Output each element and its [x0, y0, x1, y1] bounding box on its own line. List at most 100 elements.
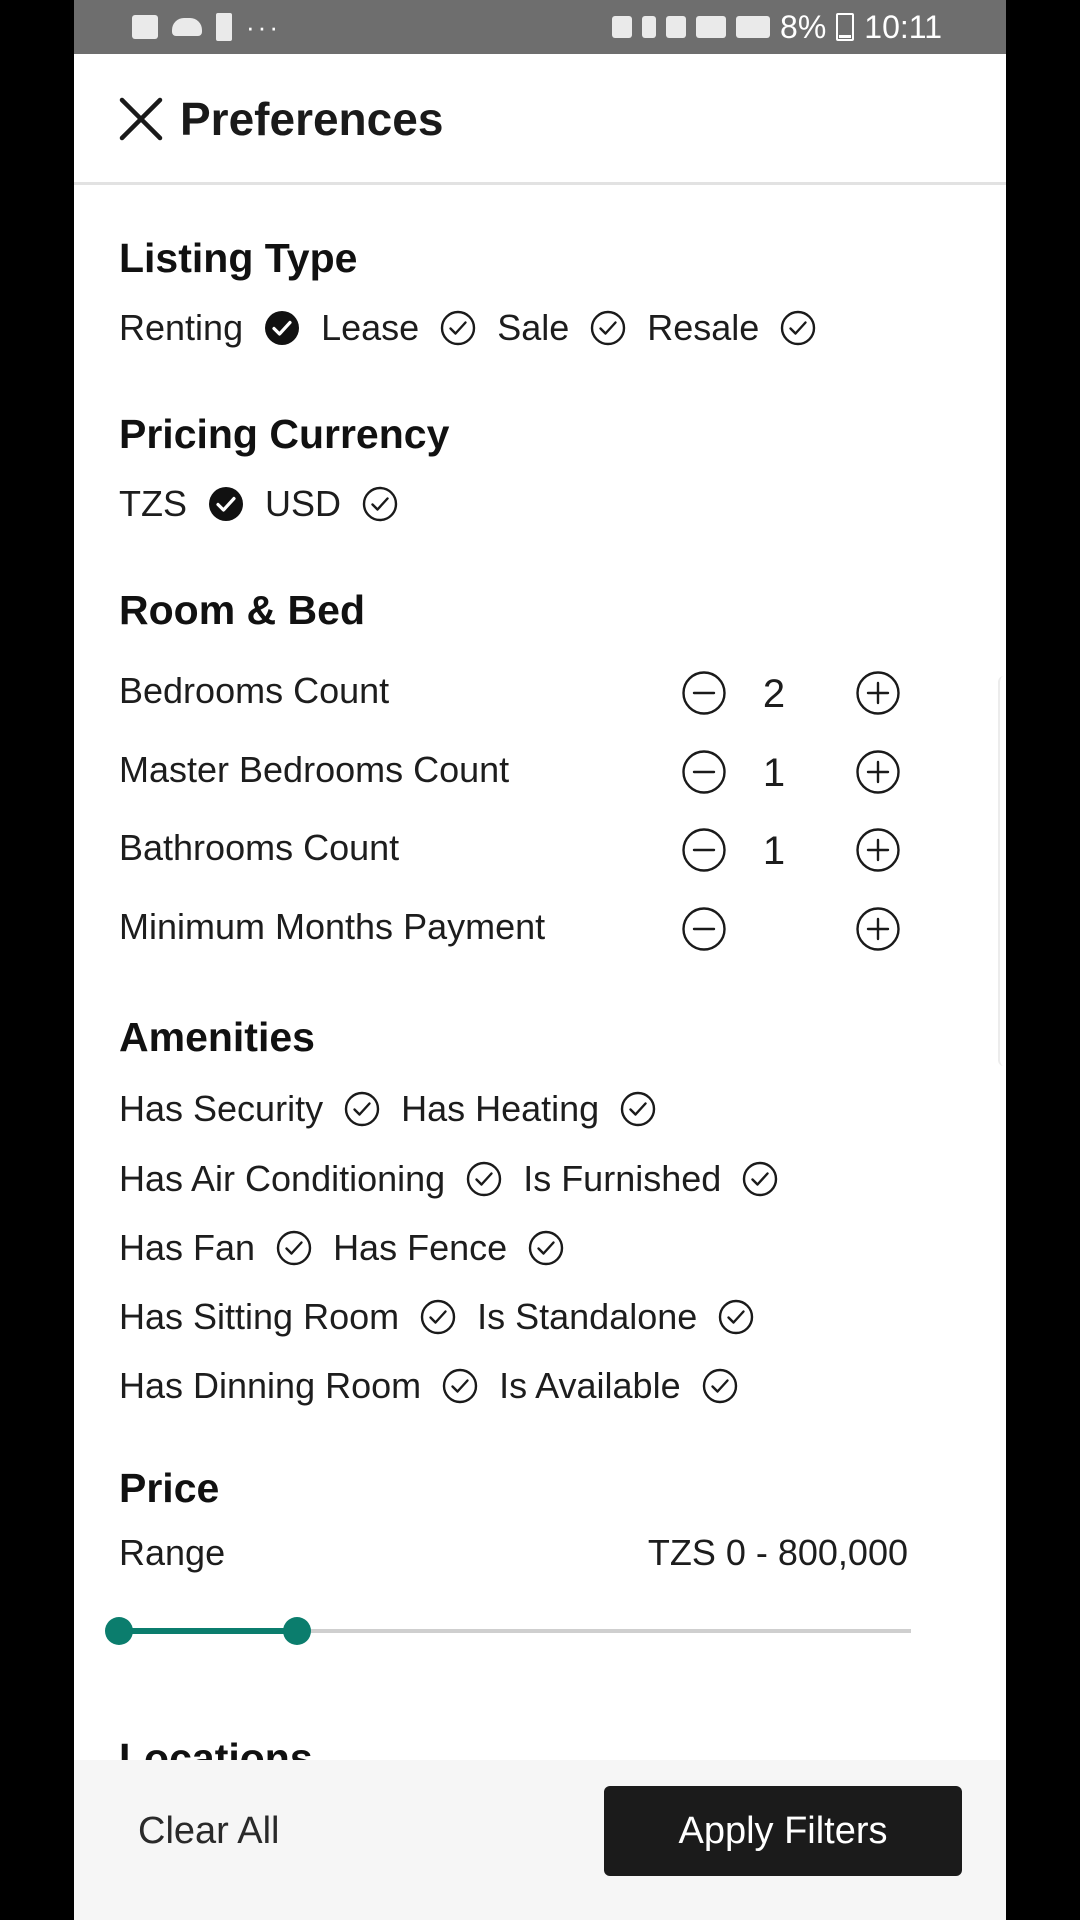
amenity-option[interactable]: Has Air Conditioning: [119, 1158, 503, 1200]
amenities-row: Has Fan Has Fence: [119, 1227, 585, 1269]
check-outline-icon[interactable]: [701, 1367, 739, 1405]
slider-track-fill: [119, 1628, 298, 1634]
amenity-option-label: Is Furnished: [523, 1158, 722, 1199]
listing-type-option[interactable]: Sale: [497, 307, 627, 349]
currency-option-label: USD: [265, 483, 342, 524]
check-outline-icon[interactable]: [589, 309, 627, 347]
check-outline-icon[interactable]: [343, 1090, 381, 1128]
listing-type-option-label: Renting: [119, 307, 244, 348]
pricing-currency-options: TZS USD: [119, 483, 419, 525]
counter-row: Bedrooms Count 2: [119, 662, 909, 722]
amenity-option-label: Has Heating: [401, 1088, 600, 1129]
amenity-option-label: Has Dinning Room: [119, 1365, 422, 1406]
check-outline-icon[interactable]: [275, 1229, 313, 1267]
listing-type-option-label: Resale: [647, 307, 760, 348]
clock: 10:11: [864, 8, 942, 45]
minus-circle-icon[interactable]: [681, 670, 727, 716]
price-range-slider[interactable]: [105, 1611, 911, 1651]
counter-row: Bathrooms Count 1: [119, 819, 909, 879]
mute-icon: [666, 16, 687, 38]
listing-type-option-label: Sale: [497, 307, 570, 348]
amenity-option[interactable]: Has Dinning Room: [119, 1365, 479, 1407]
phone-screen: ··· 8% 10:11 Preferences Listing Type Re…: [74, 0, 1006, 1920]
amenity-option[interactable]: Has Sitting Room: [119, 1296, 457, 1338]
apply-filters-button[interactable]: Apply Filters: [604, 1786, 962, 1876]
check-outline-icon[interactable]: [361, 485, 399, 523]
counter-row: Minimum Months Payment: [119, 898, 909, 958]
check-filled-icon[interactable]: [263, 309, 301, 347]
amenity-option-label: Has Fence: [333, 1227, 508, 1268]
plus-circle-icon[interactable]: [855, 906, 901, 952]
amenity-option[interactable]: Is Furnished: [523, 1158, 779, 1200]
alert-icon: [216, 13, 232, 41]
minus-circle-icon[interactable]: [681, 906, 727, 952]
amenity-option[interactable]: Has Heating: [401, 1088, 657, 1130]
page-title: Preferences: [180, 93, 444, 145]
check-outline-icon[interactable]: [465, 1160, 503, 1198]
amenity-option-label: Has Fan: [119, 1227, 256, 1268]
amenities-title: Amenities: [119, 1014, 315, 1060]
signal-icon: [736, 16, 771, 38]
counter-label: Bathrooms Count: [119, 827, 400, 868]
battery-percent: 8%: [780, 8, 827, 45]
listing-type-option[interactable]: Renting: [119, 307, 301, 349]
check-outline-icon[interactable]: [741, 1160, 779, 1198]
listing-type-options: Renting Lease Sale Resale: [119, 307, 837, 349]
wifi-call-icon: [696, 16, 727, 38]
listing-type-option[interactable]: Resale: [647, 307, 817, 349]
cloud-icon: [172, 18, 202, 36]
amenity-option[interactable]: Has Fan: [119, 1227, 313, 1269]
amenity-option-label: Is Available: [499, 1365, 681, 1406]
amenity-option[interactable]: Has Fence: [333, 1227, 565, 1269]
status-left-icons: ···: [132, 0, 281, 54]
counter-value: 2: [762, 672, 786, 716]
amenities-row: Has Sitting Room Is Standalone: [119, 1296, 775, 1338]
listing-type-title: Listing Type: [119, 235, 358, 281]
price-range-value: TZS 0 - 800,000: [647, 1532, 908, 1573]
check-outline-icon[interactable]: [441, 1367, 479, 1405]
listing-type-option[interactable]: Lease: [321, 307, 477, 349]
image-icon: [132, 15, 158, 39]
currency-option[interactable]: TZS: [119, 483, 245, 525]
check-outline-icon[interactable]: [619, 1090, 657, 1128]
currency-option[interactable]: USD: [265, 483, 399, 525]
check-outline-icon[interactable]: [779, 309, 817, 347]
amenity-option[interactable]: Has Security: [119, 1088, 381, 1130]
listing-type-option-label: Lease: [321, 307, 420, 348]
room-bed-title: Room & Bed: [119, 587, 365, 633]
battery-icon: [836, 13, 855, 41]
amenity-option-label: Has Security: [119, 1088, 324, 1129]
check-outline-icon[interactable]: [419, 1298, 457, 1336]
plus-circle-icon[interactable]: [855, 749, 901, 795]
amenity-option[interactable]: Is Available: [499, 1365, 738, 1407]
pricing-currency-title: Pricing Currency: [119, 411, 450, 457]
close-icon[interactable]: [118, 96, 164, 142]
more-dots-icon: ···: [246, 12, 281, 42]
counter-value: 1: [762, 829, 786, 873]
minus-circle-icon[interactable]: [681, 827, 727, 873]
filters-content[interactable]: Listing Type Renting Lease Sale Resale Pric…: [74, 185, 1006, 1760]
app-header: Preferences: [74, 54, 1006, 185]
counter-label: Minimum Months Payment: [119, 906, 546, 947]
nfc-icon: [612, 16, 633, 38]
amenity-option[interactable]: Is Standalone: [477, 1296, 755, 1338]
status-right-icons: 8% 10:11: [612, 0, 942, 54]
check-filled-icon[interactable]: [207, 485, 245, 523]
bluetooth-icon: [642, 16, 657, 38]
plus-circle-icon[interactable]: [855, 827, 901, 873]
price-title: Price: [119, 1465, 220, 1511]
counter-label: Bedrooms Count: [119, 670, 390, 711]
counter-label: Master Bedrooms Count: [119, 749, 510, 790]
plus-circle-icon[interactable]: [855, 670, 901, 716]
slider-thumb-low[interactable]: [105, 1617, 133, 1645]
price-range-label: Range: [119, 1532, 226, 1573]
minus-circle-icon[interactable]: [681, 749, 727, 795]
counter-row: Master Bedrooms Count 1: [119, 741, 909, 801]
check-outline-icon[interactable]: [527, 1229, 565, 1267]
check-outline-icon[interactable]: [439, 309, 477, 347]
scroll-indicator: [998, 676, 1006, 1066]
slider-thumb-high[interactable]: [283, 1617, 312, 1645]
clear-all-button[interactable]: Clear All: [138, 1810, 280, 1853]
amenities-row: Has Air Conditioning Is Furnished: [119, 1158, 799, 1200]
check-outline-icon[interactable]: [717, 1298, 755, 1336]
